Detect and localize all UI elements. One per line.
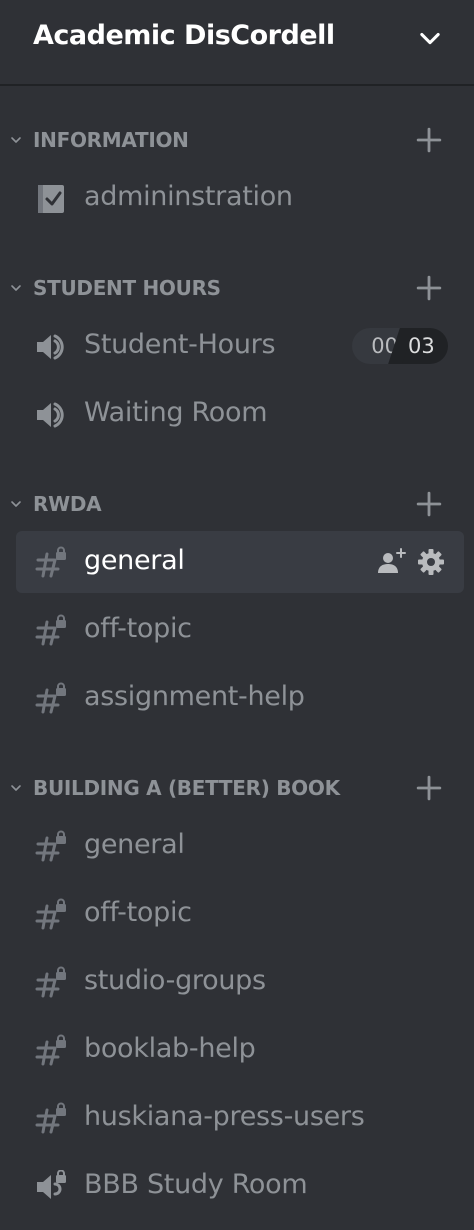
server-name: Academic DisCordell [33,20,335,51]
category-building-a-better-book[interactable]: BUILDING A (BETTER) BOOK [0,768,474,808]
channel-label: studio-groups [84,965,266,996]
speaker-icon [37,402,64,428]
chevron-down-icon [11,501,21,507]
locked-speaker-icon [37,1170,66,1199]
channel-actions [376,547,446,577]
add-channel-icon[interactable] [416,491,442,517]
channel-studio-groups[interactable]: studio-groups [16,951,464,1013]
rules-icon [38,185,64,213]
channel-bbb-general[interactable]: general [16,815,464,877]
voice-user-count: 00 03 [352,328,448,364]
channel-waiting-room[interactable]: Waiting Room [16,383,464,445]
speaker-icon [37,334,64,360]
channel-label: assignment-help [84,681,305,712]
add-channel-icon[interactable] [416,127,442,153]
channel-admininstration[interactable]: admininstration [16,167,464,229]
channel-label: off-topic [84,897,192,928]
voice-user-limit: 03 [408,334,435,358]
channel-rwda-assignment-help[interactable]: assignment-help [16,667,464,729]
channel-label: huskiana-press-users [84,1101,365,1132]
category-label: BUILDING A (BETTER) BOOK [33,776,340,800]
chevron-down-icon [11,785,21,791]
channel-label: off-topic [84,613,192,644]
channel-label: Waiting Room [84,397,268,428]
category-rwda[interactable]: RWDA [0,484,474,524]
locked-hash-icon [35,1102,66,1134]
invite-member-icon[interactable] [376,547,406,577]
channel-rwda-off-topic[interactable]: off-topic [16,599,464,661]
locked-hash-icon [35,1034,66,1066]
category-student-hours[interactable]: STUDENT HOURS [0,268,474,308]
channel-label: general [84,829,185,860]
channel-label: Student-Hours [84,329,276,360]
channel-label: general [84,545,185,576]
locked-hash-icon [35,614,66,646]
locked-hash-icon [35,966,66,998]
category-information[interactable]: INFORMATION [0,120,474,160]
gear-icon[interactable] [416,547,446,577]
channel-label: BBB Study Room [84,1169,308,1200]
locked-hash-icon [35,682,66,714]
server-header[interactable]: Academic DisCordell [0,0,474,86]
chevron-down-icon[interactable] [416,24,444,52]
channel-bbb-off-topic[interactable]: off-topic [16,883,464,945]
channel-student-hours[interactable]: Student-Hours 00 03 [16,315,464,377]
locked-hash-icon [35,830,66,862]
category-label: STUDENT HOURS [33,276,221,300]
channel-label: admininstration [84,181,293,212]
chevron-down-icon [11,285,21,291]
add-channel-icon[interactable] [416,275,442,301]
add-channel-icon[interactable] [416,775,442,801]
channel-label: booklab-help [84,1033,256,1064]
channel-huskiana-press-users[interactable]: huskiana-press-users [16,1087,464,1149]
locked-hash-icon [35,898,66,930]
channel-booklab-help[interactable]: booklab-help [16,1019,464,1081]
chevron-down-icon [11,137,21,143]
category-label: RWDA [33,492,102,516]
category-label: INFORMATION [33,128,189,152]
locked-hash-icon [35,546,66,578]
channel-rwda-general[interactable]: general [16,531,464,593]
channel-bbb-study-room[interactable]: BBB Study Room [16,1155,464,1217]
